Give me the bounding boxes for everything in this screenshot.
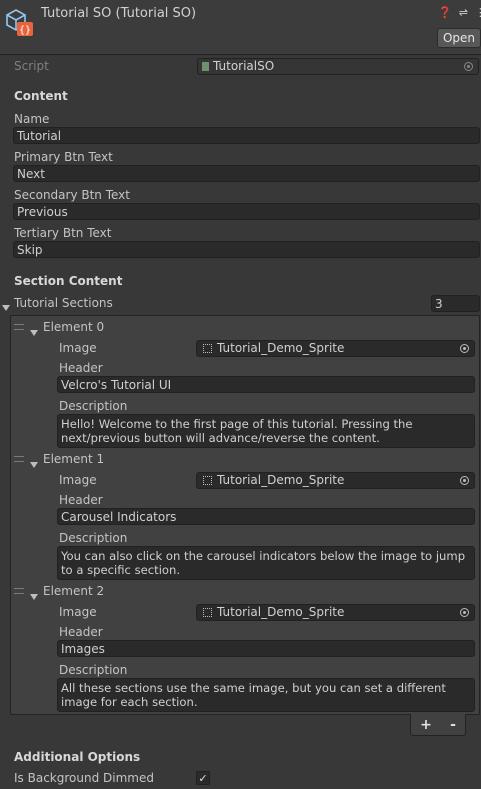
image-label: Image <box>59 605 97 619</box>
drag-handle-icon[interactable] <box>14 588 24 594</box>
image-value: Tutorial_Demo_Sprite <box>217 473 345 487</box>
object-picker-icon[interactable] <box>464 62 473 71</box>
preset-icon[interactable]: ⇌ <box>459 6 468 19</box>
element-label[interactable]: Element 0 <box>43 320 104 334</box>
background-dimmed-checkbox[interactable]: ✓ <box>196 771 210 785</box>
help-icon[interactable]: ❓ <box>438 6 452 19</box>
object-picker-icon[interactable] <box>460 476 469 485</box>
remove-element-button[interactable]: - <box>450 717 456 733</box>
description-field[interactable]: Hello! Welcome to the first page of this… <box>57 414 475 448</box>
svg-text:{}: {} <box>19 25 31 36</box>
sprite-icon <box>203 476 212 485</box>
drag-handle-icon[interactable] <box>14 324 24 330</box>
header-label: Header <box>59 493 103 507</box>
name-field[interactable]: Tutorial <box>13 127 480 144</box>
background-dimmed-label: Is Background Dimmed <box>14 771 154 785</box>
tutorial-sections-label[interactable]: Tutorial Sections <box>14 296 113 310</box>
secondary-btn-field[interactable]: Previous <box>13 203 480 220</box>
name-label: Name <box>14 112 50 126</box>
kebab-menu-icon[interactable]: ⋮ <box>475 6 481 19</box>
header-label: Header <box>59 625 103 639</box>
foldout-arrow-icon[interactable] <box>2 300 10 314</box>
description-label: Description <box>59 531 128 545</box>
tertiary-btn-field[interactable]: Skip <box>13 241 480 258</box>
sprite-icon <box>203 344 212 353</box>
description-field[interactable]: You can also click on the carousel indic… <box>57 546 475 580</box>
inspector-title: Tutorial SO (Tutorial SO) <box>41 6 197 21</box>
script-field: TutorialSO <box>197 58 479 75</box>
image-field[interactable]: Tutorial_Demo_Sprite <box>196 472 475 489</box>
object-picker-icon[interactable] <box>460 344 469 353</box>
script-value: TutorialSO <box>213 59 275 73</box>
foldout-arrow-icon[interactable] <box>30 589 38 603</box>
additional-options-heading: Additional Options <box>14 750 141 764</box>
primary-btn-field[interactable]: Next <box>13 165 480 182</box>
image-field[interactable]: Tutorial_Demo_Sprite <box>196 604 475 621</box>
scriptable-object-icon: {} <box>4 7 34 37</box>
script-label: Script <box>14 59 49 73</box>
image-value: Tutorial_Demo_Sprite <box>217 341 345 355</box>
content-heading: Content <box>14 89 68 103</box>
description-field[interactable]: All these sections use the same image, b… <box>57 678 475 712</box>
object-picker-icon[interactable] <box>460 608 469 617</box>
element-label[interactable]: Element 1 <box>43 452 104 466</box>
header-label: Header <box>59 361 103 375</box>
open-button[interactable]: Open <box>437 28 481 48</box>
add-element-button[interactable]: + <box>420 717 432 733</box>
foldout-arrow-icon[interactable] <box>30 325 38 339</box>
drag-handle-icon[interactable] <box>14 456 24 462</box>
primary-btn-label: Primary Btn Text <box>14 150 113 164</box>
secondary-btn-label: Secondary Btn Text <box>14 188 130 202</box>
header-field[interactable]: Carousel Indicators <box>57 508 475 525</box>
image-field[interactable]: Tutorial_Demo_Sprite <box>196 340 475 357</box>
header-field[interactable]: Images <box>57 640 475 657</box>
header-field[interactable]: Velcro's Tutorial UI <box>57 376 475 393</box>
image-label: Image <box>59 473 97 487</box>
sprite-icon <box>203 608 212 617</box>
image-label: Image <box>59 341 97 355</box>
list-add-remove-bar: + - <box>410 714 466 736</box>
script-file-icon <box>202 62 209 71</box>
header-icons: ❓ ⇌ ⋮ <box>438 6 481 19</box>
list-size-field[interactable]: 3 <box>431 295 480 312</box>
tertiary-btn-label: Tertiary Btn Text <box>14 226 112 240</box>
description-label: Description <box>59 663 128 677</box>
foldout-arrow-icon[interactable] <box>30 457 38 471</box>
section-content-heading: Section Content <box>14 274 123 288</box>
description-label: Description <box>59 399 128 413</box>
image-value: Tutorial_Demo_Sprite <box>217 605 345 619</box>
element-label[interactable]: Element 2 <box>43 584 104 598</box>
